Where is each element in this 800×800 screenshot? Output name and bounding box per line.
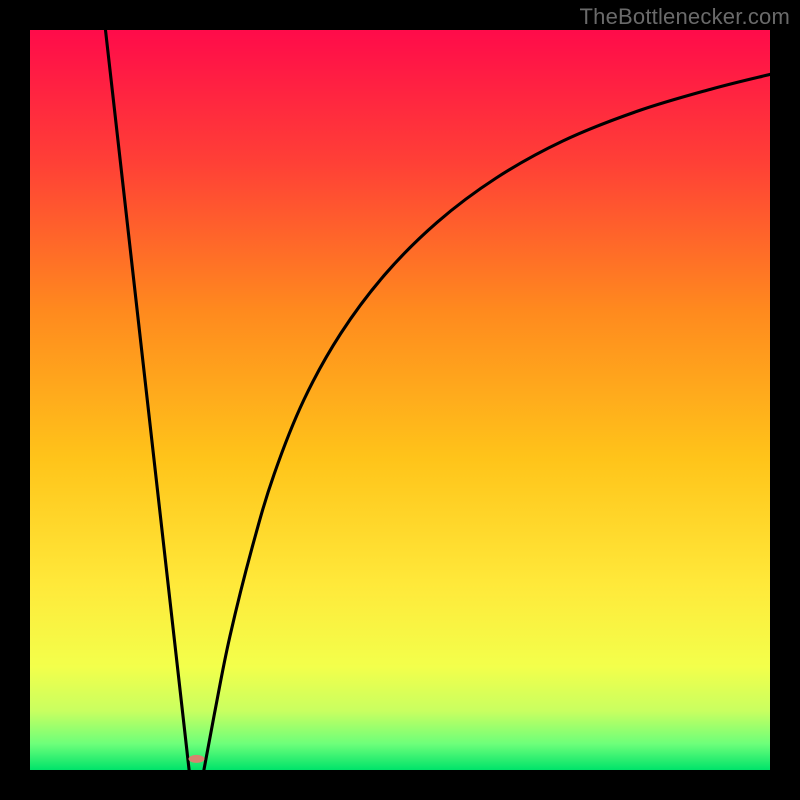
bottleneck-plot — [30, 30, 770, 770]
gradient-background — [30, 30, 770, 770]
chart-frame: TheBottlenecker.com — [0, 0, 800, 800]
watermark-text: TheBottlenecker.com — [580, 4, 790, 30]
notch-marker — [189, 755, 205, 763]
